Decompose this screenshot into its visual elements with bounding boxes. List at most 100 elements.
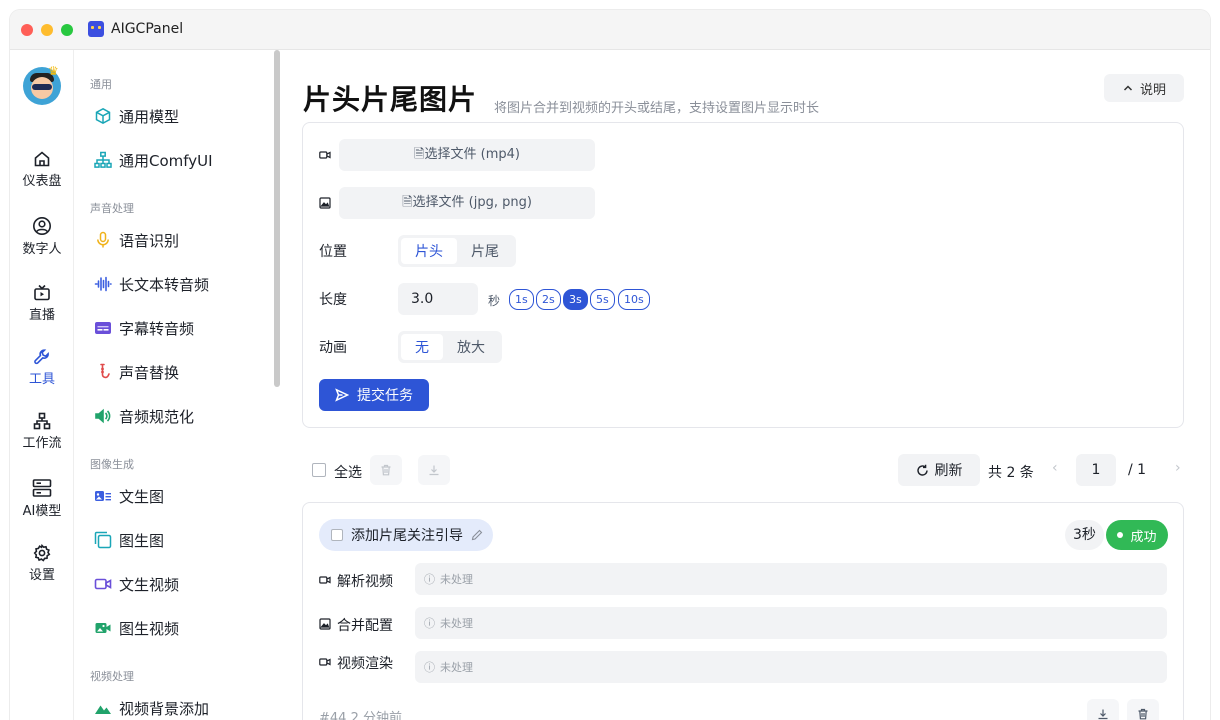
rail-item-label: AI模型 (22, 504, 62, 519)
help-button[interactable]: 说明 (1104, 74, 1184, 102)
rail-item-label: 直播 (28, 308, 55, 323)
close-window-button[interactable] (21, 24, 33, 36)
task-duration: 3秒 (1065, 520, 1104, 550)
submit-task-label: 提交任务 (357, 388, 413, 404)
refresh-button[interactable]: 刷新 (898, 454, 980, 486)
status-dot-icon (1117, 532, 1124, 538)
step-label: 解析视频 (337, 574, 393, 590)
subtitle-icon (95, 322, 111, 334)
length-input[interactable] (398, 283, 478, 315)
task-title-tag: 添加片尾关注引导 (319, 519, 493, 551)
animation-segmented-control: 无 放大 (398, 331, 502, 363)
menu-item-text-to-image[interactable]: 文生图 (94, 484, 164, 508)
animation-option-none[interactable]: 无 (401, 334, 443, 360)
menu-scrollbar[interactable] (274, 50, 280, 387)
step-status-bar: ⓘ 未处理 (415, 607, 1167, 639)
mountain-icon (95, 705, 111, 714)
step-status-bar: ⓘ 未处理 (415, 651, 1167, 683)
menu-item-label: 通用模型 (119, 107, 180, 126)
position-option-tail[interactable]: 片尾 (457, 238, 513, 264)
position-segmented-control: 片头 片尾 (398, 235, 516, 267)
rail-item-tools[interactable]: 工具 (10, 348, 74, 387)
animation-option-zoom[interactable]: 放大 (443, 334, 499, 360)
image-icon (319, 618, 331, 630)
menu-item-text-to-video[interactable]: 文生视频 (94, 572, 179, 596)
animation-label: 动画 (319, 340, 347, 356)
app-logo-icon (88, 21, 104, 37)
menu-item-image-to-image[interactable]: 图生图 (94, 528, 164, 552)
batch-delete-button[interactable] (370, 455, 402, 485)
video-icon (319, 151, 331, 159)
rail-item-ai-models[interactable]: AI模型 (10, 478, 74, 519)
rail-item-workflow[interactable]: 工作流 (10, 412, 74, 451)
select-video-file-button[interactable]: 🗎选择文件 (mp4) (339, 139, 595, 171)
page-subtitle: 将图片合并到视频的开头或结尾，支持设置图片显示时长 (494, 101, 820, 116)
task-title: 添加片尾关注引导 (351, 528, 463, 544)
page-title: 片头片尾图片 (303, 83, 478, 116)
position-option-head[interactable]: 片头 (401, 238, 457, 264)
info-icon: ⓘ (424, 617, 435, 630)
rail-item-live[interactable]: 直播 (10, 284, 74, 323)
info-icon: ⓘ (424, 573, 435, 586)
menu-item-voice-replace[interactable]: 声音替换 (94, 360, 179, 384)
rail-item-label: 数字人 (22, 242, 62, 257)
rail-item-digital-human[interactable]: 数字人 (10, 216, 74, 257)
length-unit: 秒 (488, 294, 501, 308)
length-preset-2s[interactable]: 2s (536, 289, 561, 310)
edit-pencil-icon[interactable] (471, 529, 483, 541)
video-camera-icon (94, 578, 112, 590)
submit-task-button[interactable]: 提交任务 (319, 379, 429, 411)
video-icon (319, 658, 331, 666)
maximize-window-button[interactable] (61, 24, 73, 36)
download-icon (429, 465, 439, 476)
select-image-file-button[interactable]: 🗎选择文件 (jpg, png) (339, 187, 595, 219)
minimize-window-button[interactable] (41, 24, 53, 36)
file-icon: 🗎 (414, 147, 425, 162)
length-label: 长度 (319, 292, 347, 308)
task-download-button[interactable] (1087, 699, 1119, 720)
menu-item-label: 图生视频 (119, 619, 180, 638)
task-meta: #44 2 分钟前 (319, 711, 402, 720)
menu-item-video-background[interactable]: 视频背景添加 (94, 696, 209, 720)
menu-item-speech-recognition[interactable]: 语音识别 (94, 228, 179, 252)
refresh-icon (916, 464, 928, 476)
home-icon (34, 151, 50, 167)
app-window: AIGCPanel ♛ 仪表盘 数字人 直播 工具 工作流 AI模型 设置 通用… (10, 10, 1210, 720)
rail-item-dashboard[interactable]: 仪表盘 (10, 150, 74, 189)
select-all-checkbox[interactable] (312, 463, 326, 477)
app-title: AIGCPanel (111, 21, 184, 37)
menu-item-audio-normalize[interactable]: 音频规范化 (94, 404, 194, 428)
menu-item-general-model[interactable]: 通用模型 (94, 104, 179, 128)
user-circle-icon (33, 217, 51, 235)
task-checkbox[interactable] (331, 529, 343, 541)
length-preset-10s[interactable]: 10s (618, 289, 650, 310)
prev-page-icon[interactable]: ‹ (1052, 460, 1058, 476)
select-image-file-label: 选择文件 (jpg, png) (412, 195, 532, 210)
batch-download-button[interactable] (418, 455, 450, 485)
speaker-icon (95, 408, 111, 424)
flow-icon (33, 412, 51, 430)
menu-item-label: 语音识别 (119, 231, 180, 250)
task-delete-button[interactable] (1127, 699, 1159, 720)
length-preset-5s[interactable]: 5s (590, 289, 615, 310)
trash-icon (381, 464, 391, 476)
saxophone-icon (100, 363, 110, 379)
menu-item-label: 音频规范化 (119, 407, 195, 426)
video-icon (319, 576, 331, 584)
file-icon: 🗎 (402, 195, 413, 210)
next-page-icon[interactable]: › (1175, 460, 1181, 476)
menu-item-image-to-video[interactable]: 图生视频 (94, 616, 179, 640)
waveform-icon (94, 276, 112, 292)
menu-item-long-text-to-audio[interactable]: 长文本转音频 (94, 272, 209, 296)
page-number-input[interactable] (1076, 454, 1116, 486)
length-preset-1s[interactable]: 1s (509, 289, 534, 310)
length-preset-3s[interactable]: 3s (563, 289, 588, 310)
main-content: 片头片尾图片 将图片合并到视频的开头或结尾，支持设置图片显示时长 说明 🗎选择文… (282, 50, 1210, 720)
rail-item-settings[interactable]: 设置 (10, 544, 74, 583)
menu-group-title: 图像生成 (90, 458, 134, 471)
menu-item-subtitle-to-audio[interactable]: 字幕转音频 (94, 316, 194, 340)
step-label: 视频渲染 (337, 656, 393, 672)
menu-item-general-comfyui[interactable]: 通用ComfyUI (94, 148, 213, 172)
rail-item-label: 工具 (28, 372, 55, 387)
menu-item-label: 图生图 (119, 531, 165, 550)
